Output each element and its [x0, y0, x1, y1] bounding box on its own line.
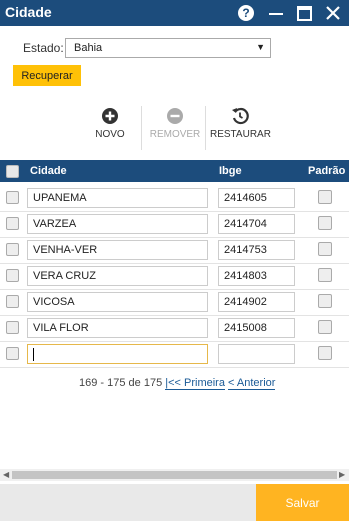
pager-range: 169 - 175 de 175: [79, 377, 163, 389]
ibge-input[interactable]: 2414902: [218, 292, 295, 312]
padrao-checkbox[interactable]: [318, 320, 332, 334]
restaurar-button[interactable]: RESTAURAR: [210, 107, 271, 140]
restore-icon: [232, 107, 249, 125]
ibge-input-new[interactable]: [218, 344, 295, 364]
table-row: VILA FLOR 2415008: [0, 315, 349, 342]
padrao-checkbox[interactable]: [318, 346, 332, 360]
window-title: Cidade: [5, 4, 52, 20]
restaurar-label: RESTAURAR: [210, 129, 271, 140]
cidade-input[interactable]: VILA FLOR: [27, 318, 208, 338]
chevron-down-icon: ▼: [256, 42, 265, 52]
column-header-cidade[interactable]: Cidade: [30, 165, 67, 177]
ibge-input[interactable]: 2415008: [218, 318, 295, 338]
toolbar-divider: [205, 106, 206, 150]
padrao-checkbox[interactable]: [318, 216, 332, 230]
padrao-checkbox[interactable]: [318, 294, 332, 308]
ibge-input[interactable]: 2414753: [218, 240, 295, 260]
table-row: UPANEMA 2414605: [0, 185, 349, 212]
table-row: VENHA-VER 2414753: [0, 237, 349, 264]
remove-circle-icon: [167, 108, 183, 124]
table-row-new: [0, 341, 349, 368]
pager-first-link[interactable]: |<< Primeira: [165, 377, 225, 390]
add-circle-icon: [102, 108, 118, 124]
pager: 169 - 175 de 175 |<< Primeira < Anterior: [79, 377, 276, 390]
padrao-checkbox[interactable]: [318, 190, 332, 204]
scroll-right-icon[interactable]: ▶: [339, 470, 345, 479]
cidade-input-new[interactable]: [27, 344, 208, 364]
novo-label: NOVO: [95, 129, 125, 140]
ibge-input[interactable]: 2414704: [218, 214, 295, 234]
toolbar-divider: [141, 106, 142, 150]
table-row: VARZEA 2414704: [0, 211, 349, 238]
cidade-input[interactable]: VICOSA: [27, 292, 208, 312]
estado-value: Bahia: [74, 42, 103, 54]
cidade-input[interactable]: VARZEA: [27, 214, 208, 234]
table-row: VICOSA 2414902: [0, 289, 349, 316]
row-checkbox[interactable]: [6, 191, 19, 204]
title-bar: Cidade ?: [0, 0, 349, 26]
ibge-input[interactable]: 2414605: [218, 188, 295, 208]
row-checkbox[interactable]: [6, 321, 19, 334]
row-checkbox[interactable]: [6, 347, 19, 360]
cidade-input[interactable]: UPANEMA: [27, 188, 208, 208]
row-checkbox[interactable]: [6, 217, 19, 230]
novo-button[interactable]: NOVO: [80, 107, 140, 140]
ibge-input[interactable]: 2414803: [218, 266, 295, 286]
table-row: VERA CRUZ 2414803: [0, 263, 349, 290]
maximize-icon[interactable]: [296, 5, 312, 21]
scrollbar-thumb[interactable]: [12, 471, 337, 479]
remover-label: REMOVER: [149, 129, 201, 140]
grid-header: Cidade Ibge Padrão: [0, 160, 349, 182]
estado-select[interactable]: Bahia ▼: [65, 38, 271, 58]
estado-label: Estado:: [23, 41, 64, 55]
horizontal-scrollbar[interactable]: ◀ ▶: [0, 469, 349, 481]
text-caret: [33, 347, 34, 361]
cidade-input[interactable]: VERA CRUZ: [27, 266, 208, 286]
minimize-icon[interactable]: [268, 5, 284, 21]
column-header-ibge[interactable]: Ibge: [219, 165, 242, 177]
recuperar-button[interactable]: Recuperar: [13, 65, 81, 86]
close-icon[interactable]: [325, 5, 341, 21]
cidade-input[interactable]: VENHA-VER: [27, 240, 208, 260]
padrao-checkbox[interactable]: [318, 242, 332, 256]
help-icon[interactable]: ?: [238, 5, 254, 21]
column-header-padrao[interactable]: Padrão: [308, 165, 345, 177]
select-all-checkbox[interactable]: [6, 165, 19, 178]
pager-prev-link[interactable]: < Anterior: [228, 377, 276, 390]
scroll-left-icon[interactable]: ◀: [3, 470, 9, 479]
row-checkbox[interactable]: [6, 269, 19, 282]
row-checkbox[interactable]: [6, 243, 19, 256]
salvar-button[interactable]: Salvar: [256, 484, 349, 521]
padrao-checkbox[interactable]: [318, 268, 332, 282]
row-checkbox[interactable]: [6, 295, 19, 308]
remover-button[interactable]: REMOVER: [145, 107, 205, 140]
